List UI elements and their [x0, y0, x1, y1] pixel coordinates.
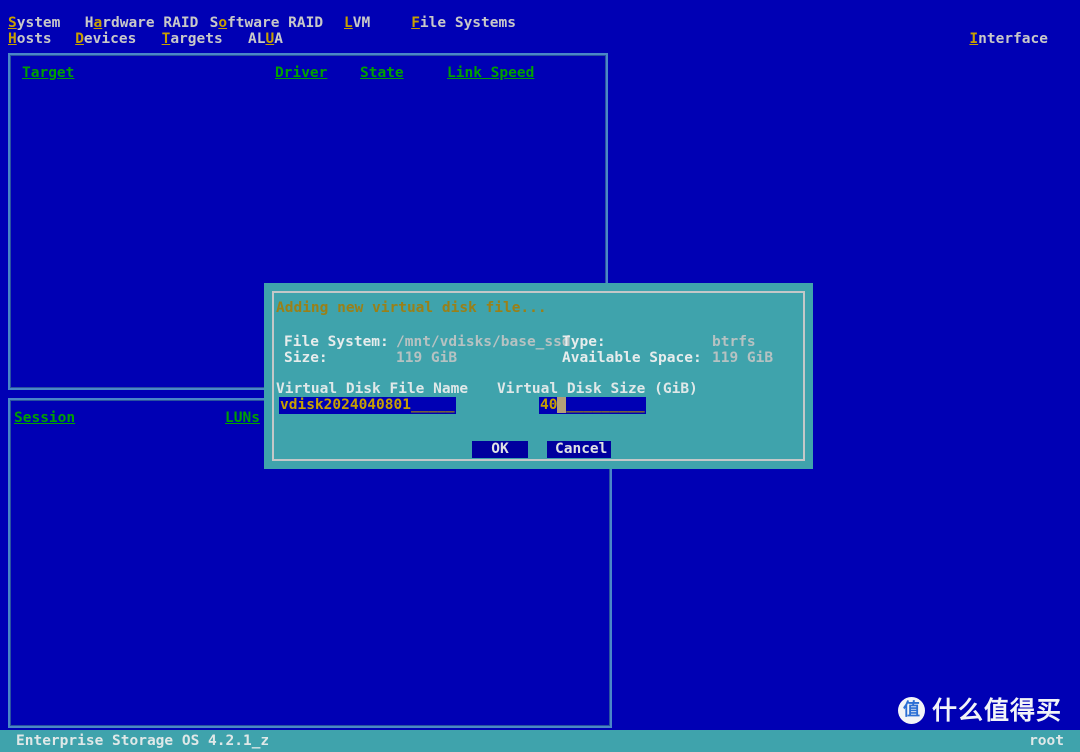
input-fill: _____: [410, 397, 455, 413]
menu-item-text: argets: [170, 31, 223, 47]
menu-item-text: AL: [248, 31, 266, 47]
size-value: 119 GiB: [396, 350, 458, 366]
status-user: root: [1029, 733, 1064, 749]
column-header-luns[interactable]: LUNs: [225, 410, 260, 426]
menu-item-file-systems[interactable]: File Systems: [411, 15, 516, 31]
file-system-label: File System:: [284, 334, 389, 350]
virtual-disk-size-input[interactable]: 40 _________: [539, 397, 646, 414]
status-product-version: Enterprise Storage OS 4.2.1_z: [16, 733, 270, 749]
file-system-value: /mnt/vdisks/base_ssd: [396, 334, 571, 350]
size-label: Size:: [284, 350, 328, 366]
terminal-screen: System Hardware RAID Software RAID LVM File …: [0, 0, 1080, 752]
menu-item-hotkey: L: [344, 15, 353, 31]
menu-item-text: H: [84, 15, 94, 31]
menu-item-text: osts: [16, 31, 52, 47]
menu-item-devices[interactable]: Devices: [75, 31, 136, 47]
dialog-title: Adding new virtual disk file...: [276, 300, 547, 316]
menu-item-targets[interactable]: Targets: [162, 31, 223, 47]
menu-item-hotkey: F: [411, 15, 420, 31]
virtual-disk-file-name-input[interactable]: vdisk2024040801_____: [279, 397, 456, 414]
menu-item-hotkey: S: [8, 15, 17, 31]
column-header-state[interactable]: State: [360, 65, 404, 81]
column-header-session[interactable]: Session: [14, 410, 75, 426]
input-value: vdisk2024040801: [280, 397, 411, 413]
menu-item-hotkey: a: [93, 15, 103, 31]
available-space-value: 119 GiB: [712, 350, 774, 366]
column-header-target[interactable]: Target: [22, 65, 74, 81]
menu-bar: System Hardware RAID Software RAID LVM File …: [0, 0, 1080, 47]
type-value: btrfs: [712, 334, 756, 350]
text-cursor: [557, 397, 567, 413]
menu-item-alua[interactable]: ALUA: [248, 31, 283, 47]
menu-item-text: ystem: [16, 15, 61, 31]
menu-item-text: A: [274, 31, 283, 47]
cancel-button[interactable]: Cancel: [547, 441, 611, 458]
status-bar: Enterprise Storage OS 4.2.1_z root: [0, 730, 1080, 752]
virtual-disk-size-label: Virtual Disk Size (GiB): [497, 381, 698, 397]
menu-item-hotkey: H: [8, 31, 17, 47]
menu-item-hotkey: I: [969, 31, 979, 47]
menu-item-hotkey: U: [265, 31, 275, 47]
menu-item-hardware-raid[interactable]: Hardware RAID: [85, 15, 199, 31]
menu-item-software-raid[interactable]: Software RAID: [210, 15, 324, 31]
type-label: Type:: [562, 334, 606, 350]
watermark-badge-icon: 值: [897, 697, 925, 724]
menu-item-text: ftware RAID: [227, 15, 324, 31]
menu-item-hotkey: o: [218, 15, 228, 31]
input-fill: _________: [566, 397, 645, 413]
watermark-text: 什么值得买: [931, 696, 1062, 725]
column-header-driver[interactable]: Driver: [275, 65, 327, 81]
menu-item-text: ile Systems: [419, 15, 516, 31]
menu-item-interface[interactable]: Interface: [969, 31, 1048, 47]
available-space-label: Available Space:: [562, 350, 702, 366]
menu-item-hosts[interactable]: Hosts: [8, 31, 52, 47]
menu-item-system[interactable]: System: [8, 15, 60, 31]
menu-item-text: rdware RAID: [102, 15, 199, 31]
menu-item-hotkey: D: [75, 31, 84, 47]
menu-item-text: VM: [352, 15, 371, 31]
virtual-disk-file-name-label: Virtual Disk File Name: [276, 381, 469, 397]
menu-item-text: evices: [83, 31, 137, 47]
watermark: 值 什么值得买: [897, 696, 1062, 725]
add-virtual-disk-dialog[interactable]: Adding new virtual disk file... File Sys…: [264, 283, 813, 469]
input-value: 40: [540, 397, 558, 413]
dialog-inner-border: [272, 291, 805, 461]
ok-button[interactable]: OK: [472, 441, 528, 458]
column-header-link-speed[interactable]: Link Speed: [447, 65, 534, 81]
menu-item-lvm[interactable]: LVM: [344, 15, 370, 31]
